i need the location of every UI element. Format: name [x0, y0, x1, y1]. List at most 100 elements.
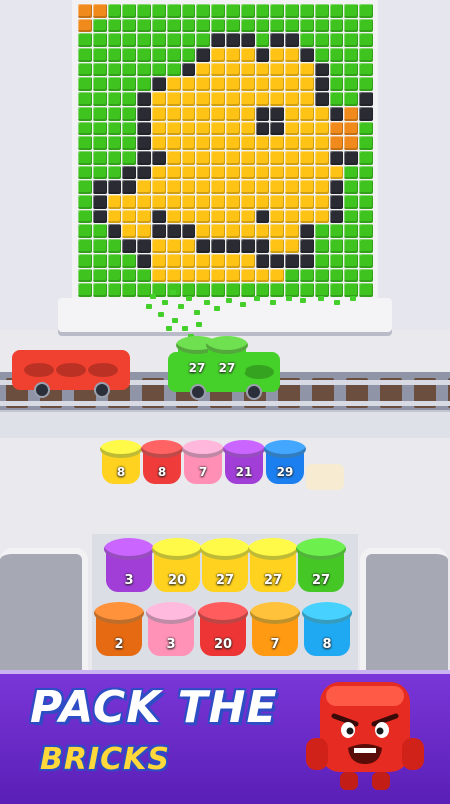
pixel-brick — [226, 283, 240, 297]
color-cup[interactable]: 21 — [223, 440, 265, 486]
pixel-brick — [255, 253, 270, 268]
pixel-brick — [78, 180, 92, 195]
pixel-brick — [240, 4, 255, 18]
pixel-brick — [166, 62, 181, 77]
color-cup[interactable]: 3 — [146, 602, 196, 658]
cup-count: 27 — [215, 573, 235, 588]
pixel-brick — [166, 209, 181, 224]
pixel-brick — [329, 18, 344, 33]
pixel-brick — [211, 150, 225, 165]
pixel-brick — [329, 33, 344, 48]
pixel-brick — [359, 239, 373, 253]
pixel-brick — [270, 253, 285, 268]
color-cup[interactable]: 27 — [200, 538, 250, 594]
pixel-brick — [240, 48, 255, 62]
pixel-brick — [270, 48, 285, 62]
pixel-brick — [181, 268, 196, 283]
pixel-brick — [181, 136, 196, 150]
pixel-brick — [211, 92, 225, 106]
pixel-brick — [270, 239, 285, 253]
pixel-brick — [152, 77, 166, 92]
pixel-brick — [137, 283, 151, 297]
side-bin-right — [360, 548, 448, 682]
pixel-brick — [152, 239, 166, 253]
color-cup[interactable]: 8 — [100, 440, 142, 486]
pixel-brick — [285, 121, 299, 136]
pixel-brick — [226, 121, 240, 136]
pixel-brick — [196, 283, 211, 297]
pixel-brick — [92, 48, 107, 62]
pixel-brick — [270, 77, 285, 92]
pixel-brick — [359, 62, 373, 77]
pixel-brick — [226, 195, 240, 209]
color-cup[interactable]: 27 — [296, 538, 346, 594]
pixel-brick — [122, 92, 137, 106]
pixel-brick — [166, 224, 181, 239]
pixel-brick — [211, 77, 225, 92]
pixel-brick — [152, 209, 166, 224]
pixel-brick — [181, 18, 196, 33]
pixel-brick — [92, 268, 107, 283]
color-cup[interactable]: 29 — [264, 440, 306, 486]
debris-brick — [204, 300, 210, 305]
pixel-brick — [107, 180, 122, 195]
pixel-brick — [285, 33, 299, 48]
pixel-brick — [196, 239, 211, 253]
pixel-brick — [240, 121, 255, 136]
pixel-brick — [107, 224, 122, 239]
pixel-brick — [137, 195, 151, 209]
pixel-brick — [166, 92, 181, 106]
pixel-brick — [122, 239, 137, 253]
pixel-brick — [329, 150, 344, 165]
color-cup[interactable]: 7 — [182, 440, 224, 486]
pixel-brick — [166, 195, 181, 209]
pixel-brick — [166, 136, 181, 150]
pixel-brick — [107, 48, 122, 62]
pixel-brick — [270, 121, 285, 136]
pixel-brick — [344, 253, 359, 268]
cart-slot — [88, 363, 118, 377]
debris-brick — [270, 300, 276, 305]
color-cup[interactable]: 27 — [248, 538, 298, 594]
pixel-brick — [122, 4, 137, 18]
pixel-brick — [152, 268, 166, 283]
pixel-brick — [211, 106, 225, 121]
pixel-brick — [300, 62, 314, 77]
pixel-brick — [329, 106, 344, 121]
color-cup[interactable]: 8 — [141, 440, 183, 486]
pixel-brick — [226, 48, 240, 62]
pixel-brick — [359, 209, 373, 224]
color-cup[interactable]: 7 — [250, 602, 300, 658]
pixel-brick — [92, 106, 107, 121]
pixel-brick — [359, 268, 373, 283]
pixel-brick — [300, 268, 314, 283]
pixel-brick — [270, 92, 285, 106]
pixel-brick — [255, 195, 270, 209]
pixel-brick — [137, 121, 151, 136]
pixel-brick — [92, 136, 107, 150]
pixel-brick — [107, 77, 122, 92]
pixel-brick — [255, 283, 270, 297]
color-cup[interactable]: 2 — [94, 602, 144, 658]
pixel-brick — [107, 106, 122, 121]
pixel-brick — [137, 92, 151, 106]
pixel-brick — [226, 150, 240, 165]
cup-count: 7 — [270, 637, 280, 652]
cup-count: 21 — [235, 465, 253, 479]
pixel-brick — [196, 180, 211, 195]
pixel-brick — [78, 165, 92, 180]
pixel-brick — [181, 253, 196, 268]
cup-count: 20 — [167, 573, 187, 588]
color-cup[interactable]: 20 — [198, 602, 248, 658]
pixel-brick — [270, 180, 285, 195]
color-cup[interactable]: 3 — [104, 538, 154, 594]
pixel-brick — [78, 150, 92, 165]
color-cup[interactable]: 20 — [152, 538, 202, 594]
cart-red[interactable] — [12, 350, 130, 398]
pixel-brick — [137, 4, 151, 18]
pixel-brick — [92, 92, 107, 106]
cup-count: 20 — [213, 637, 233, 652]
color-cup[interactable]: 8 — [302, 602, 352, 658]
pixel-brick — [78, 195, 92, 209]
pixel-brick — [181, 209, 196, 224]
